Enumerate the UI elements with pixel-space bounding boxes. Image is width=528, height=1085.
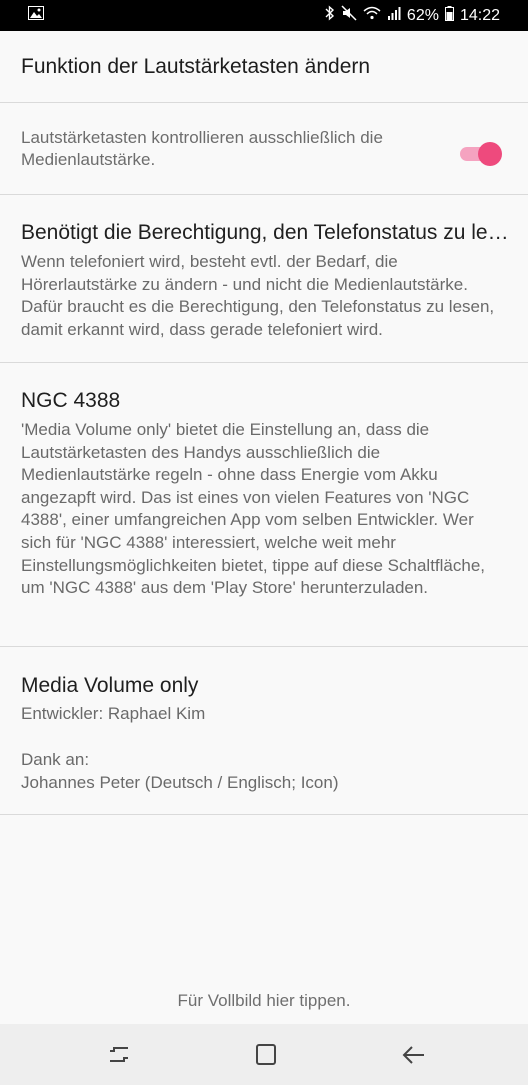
- media-only-setting[interactable]: Lautstärketasten kontrollieren ausschlie…: [0, 103, 528, 195]
- switch-knob: [478, 142, 502, 166]
- bluetooth-icon: [325, 5, 335, 26]
- media-only-description: Lautstärketasten kontrollieren ausschlie…: [21, 128, 383, 169]
- fullscreen-hint[interactable]: Für Vollbild hier tippen.: [0, 991, 528, 1011]
- navigation-bar: [0, 1024, 528, 1085]
- thanks-names: Johannes Peter (Deutsch / Englisch; Icon…: [21, 773, 339, 792]
- media-only-switch[interactable]: [460, 142, 502, 166]
- permission-item[interactable]: Benötigt die Berechtigung, den Telefonst…: [0, 195, 528, 363]
- settings-list: Funktion der Lautstärketasten ändern Lau…: [0, 31, 528, 815]
- battery-percent: 62%: [406, 6, 439, 24]
- signal-icon: [387, 6, 401, 25]
- thanks-label: Dank an:: [21, 750, 90, 769]
- app-name: Media Volume only: [21, 674, 199, 697]
- volume-keys-title: Funktion der Lautstärketasten ändern: [21, 55, 371, 78]
- status-bar: 62% 14:22: [0, 0, 528, 31]
- volume-keys-header: Funktion der Lautstärketasten ändern: [0, 31, 528, 103]
- image-icon: [28, 6, 44, 25]
- clock: 14:22: [459, 6, 500, 24]
- recent-apps-icon[interactable]: [106, 1042, 132, 1068]
- promo-body: 'Media Volume only' bietet die Einstellu…: [21, 420, 486, 598]
- ngc-promo-item[interactable]: NGC 4388 'Media Volume only' bietet die …: [0, 363, 528, 647]
- battery-icon: [444, 5, 454, 26]
- promo-title: NGC 4388: [21, 389, 121, 412]
- permission-body: Wenn telefoniert wird, besteht evtl. der…: [21, 252, 495, 339]
- about-item: Media Volume only Entwickler: Raphael Ki…: [0, 647, 528, 815]
- mute-icon: [341, 5, 357, 26]
- wifi-icon: [363, 6, 381, 25]
- permission-title: Benötigt die Berechtigung, den Telefonst…: [21, 221, 511, 244]
- developer-label: Entwickler: Raphael Kim: [21, 704, 206, 723]
- home-icon[interactable]: [253, 1042, 279, 1068]
- back-icon[interactable]: [400, 1042, 426, 1068]
